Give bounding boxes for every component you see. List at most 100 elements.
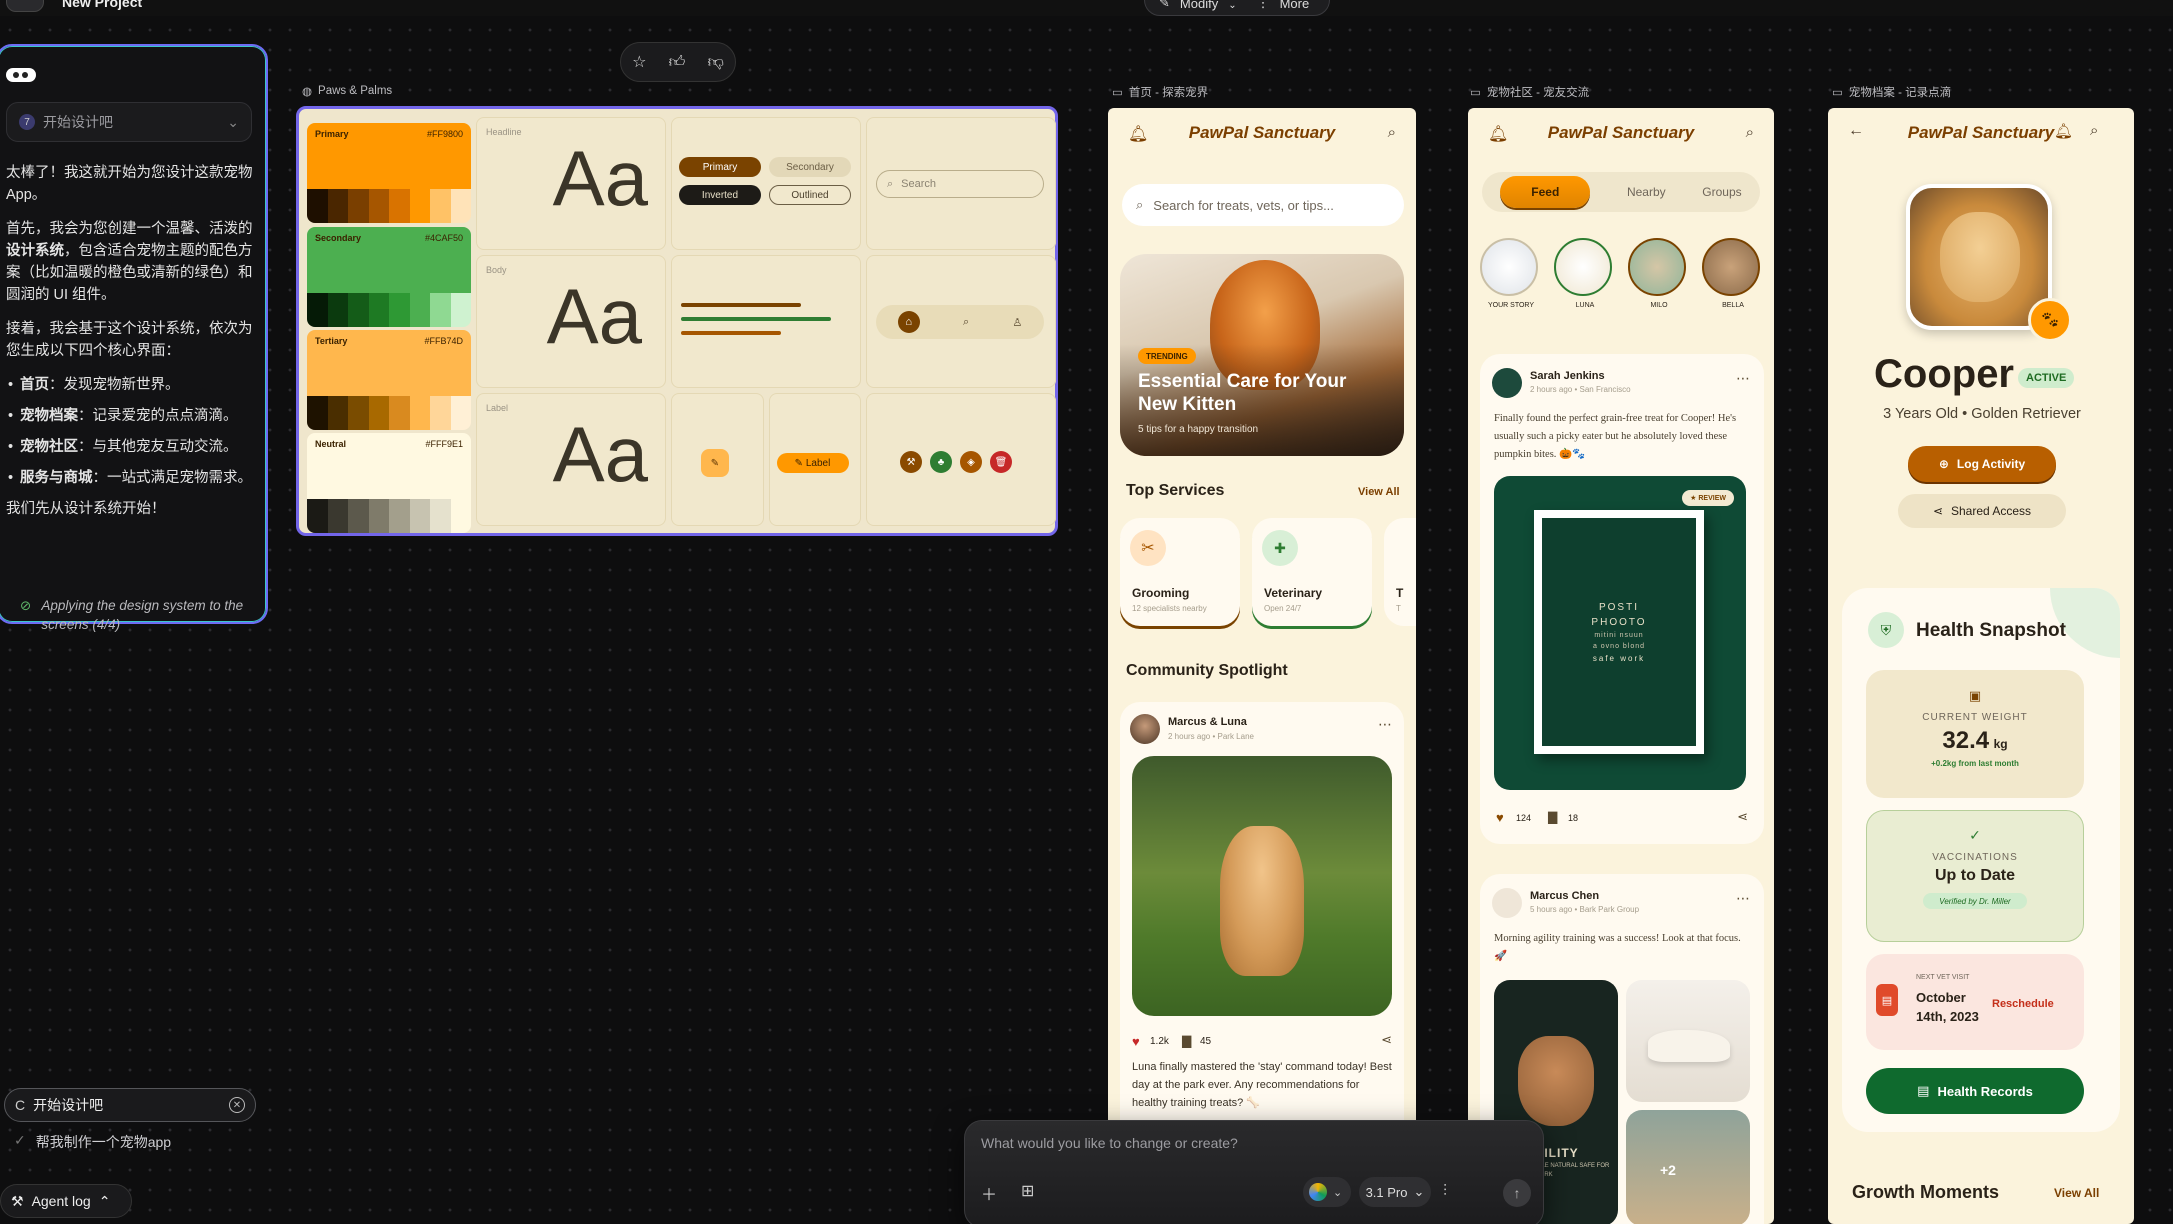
swatch-primary[interactable]: Primary #FF9800 — [307, 123, 471, 223]
service-sub: T — [1396, 604, 1401, 613]
frame-label-community[interactable]: ▭ 宠物社区 - 宠友交流 — [1470, 84, 1589, 100]
share-icon[interactable]: ⋖ — [1381, 1032, 1392, 1048]
send-button[interactable]: ↑ — [1503, 1179, 1531, 1207]
growth-view-all[interactable]: View All — [2054, 1186, 2099, 1200]
nav-component[interactable]: ⌂ ⌕ ♙ — [866, 255, 1056, 388]
swatch-secondary[interactable]: Secondary #4CAF50 — [307, 227, 471, 327]
search-sample[interactable]: ⌕ Search — [876, 170, 1044, 198]
service-card-veterinary[interactable]: ✚ Veterinary Open 24/7 — [1252, 518, 1372, 626]
service-card-grooming[interactable]: ✂ Grooming 12 specialists nearby — [1120, 518, 1240, 626]
inverted-button-sample[interactable]: Inverted — [679, 185, 761, 205]
label-button-component[interactable]: ✎ Label — [768, 393, 861, 526]
tab-feed[interactable]: Feed — [1500, 176, 1591, 208]
hero-card[interactable]: TRENDING Essential Care for Your New Kit… — [1120, 254, 1404, 456]
button-styles[interactable]: Primary Secondary Inverted Outlined — [671, 117, 861, 250]
outlined-button-sample[interactable]: Outlined — [769, 185, 851, 205]
story-item[interactable]: MILO — [1628, 238, 1690, 322]
agent-log-button[interactable]: ⚒ Agent log ⌃ — [0, 1184, 132, 1218]
project-title: New Project — [62, 0, 143, 10]
tools-icon[interactable]: ⚒ — [900, 451, 922, 473]
vaccinations-tile[interactable]: ✓ VACCINATIONS Up to Date Verified by Dr… — [1866, 810, 2084, 942]
model-version-selector[interactable]: 3.1 Pro ⌄ — [1359, 1177, 1431, 1207]
tag-icon[interactable]: ◈ — [960, 451, 982, 473]
search-icon[interactable]: ⌕ — [2090, 122, 2098, 139]
paw-badge-icon[interactable]: 🐾︎ — [2028, 298, 2072, 342]
menu-button[interactable]: ☰ — [6, 0, 44, 12]
modify-button[interactable]: Modify — [1180, 0, 1218, 11]
weight-tile[interactable]: ▣ CURRENT WEIGHT 32.4 kg +0.2kg from las… — [1866, 670, 2084, 798]
voice-wave-icon[interactable]: ⫶ — [1443, 1183, 1447, 1201]
thumbs-up-icon[interactable]: 👍︎ — [669, 53, 686, 72]
type-headline[interactable]: Headline Aa — [476, 117, 666, 250]
sneaker-image[interactable] — [1626, 980, 1750, 1102]
post-card[interactable]: Sarah Jenkins 2 hours ago • San Francisc… — [1480, 354, 1764, 844]
reschedule-link[interactable]: Reschedule — [1992, 998, 2054, 1010]
composer-input[interactable]: What would you like to change or create? — [981, 1135, 1238, 1151]
plus-icon[interactable]: ＋ — [981, 1181, 997, 1205]
edit-fab-icon[interactable]: ✎ — [701, 449, 729, 477]
more-button[interactable]: More — [1280, 0, 1310, 11]
author-avatar[interactable] — [1492, 368, 1522, 398]
services-view-all[interactable]: View All — [1358, 486, 1400, 498]
frame-label-home[interactable]: ▭ 首页 - 探索宠界 — [1112, 84, 1208, 100]
fab-component[interactable]: ✎ — [671, 393, 764, 526]
trash-icon[interactable]: 🗑︎ — [990, 451, 1012, 473]
clear-icon[interactable]: ✕ — [229, 1097, 245, 1113]
story-item[interactable]: BELLA — [1702, 238, 1764, 322]
heart-icon[interactable]: ♥ — [1496, 810, 1504, 825]
more-dots-icon[interactable]: ⋯ — [1378, 716, 1392, 733]
frame-label-profile[interactable]: ▭ 宠物档案 - 记录点滴 — [1832, 84, 1951, 100]
tab-groups[interactable]: Groups — [1702, 185, 1741, 199]
swatch-shade — [430, 189, 451, 223]
log-activity-button[interactable]: ⊕ Log Activity — [1908, 446, 2056, 482]
health-records-button[interactable]: ▤ Health Records — [1866, 1068, 2084, 1114]
tab-nearby[interactable]: Nearby — [1627, 185, 1666, 199]
design-system-card[interactable]: Primary #FF9800 Secondary #4CAF50 Tertiary… — [296, 106, 1058, 536]
story-item[interactable]: LUNA — [1554, 238, 1616, 322]
search-icon[interactable]: ⌕ — [1746, 124, 1754, 141]
more-dots-icon[interactable]: ⋯ — [1736, 370, 1750, 387]
frame-label-design-system[interactable]: ◍ Paws & Palms — [302, 84, 392, 98]
heart-icon[interactable]: ♥ — [1132, 1034, 1140, 1049]
home-search-input[interactable]: ⌕ Search for treats, vets, or tips... — [1122, 184, 1404, 226]
model-selector[interactable]: ⌄ — [1303, 1177, 1351, 1207]
person-icon[interactable]: ♙ — [1012, 316, 1022, 329]
bell-icon[interactable]: 🔔︎ — [2054, 122, 2073, 140]
service-card-partial[interactable]: T T — [1384, 518, 1416, 626]
swatch-tertiary[interactable]: Tertiary #FFB74D — [307, 330, 471, 430]
more-images-tile[interactable]: +2 — [1626, 1110, 1750, 1224]
vet-visit-tile[interactable]: ▤ NEXT VET VISIT October 14th, 2023 Resc… — [1866, 954, 2084, 1050]
secondary-button-sample[interactable]: Secondary — [769, 157, 851, 177]
dog-photo[interactable] — [1132, 756, 1392, 1016]
add-screen-icon[interactable]: ⊞ — [1021, 1181, 1034, 1205]
author-avatar[interactable] — [1492, 888, 1522, 918]
post-text: Finally found the perfect grain-free tre… — [1494, 413, 1737, 460]
share-icon[interactable]: ⋖ — [1737, 809, 1748, 825]
type-label: Label — [486, 403, 509, 413]
type-body[interactable]: Body Aa — [476, 255, 666, 388]
star-icon[interactable]: ☆ — [632, 52, 646, 72]
author-avatar[interactable] — [1130, 714, 1160, 744]
type-label-cell[interactable]: Label Aa — [476, 393, 666, 526]
suggestion[interactable]: ✓ 帮我制作一个宠物app — [14, 1132, 171, 1152]
tree-icon[interactable]: ♣ — [930, 451, 952, 473]
swatch-shade — [307, 293, 328, 327]
home-icon[interactable]: ⌂ — [897, 311, 920, 333]
post-image[interactable]: ★ REVIEW POSTI PHOOTO mitini nsuun a ovn… — [1494, 476, 1746, 790]
conversation-selector[interactable]: 7 开始设计吧 ⌄ — [6, 102, 252, 142]
nav-sample[interactable]: ⌂ ⌕ ♙ — [876, 305, 1044, 339]
prompt-composer[interactable]: What would you like to change or create?… — [964, 1120, 1544, 1224]
search-component[interactable]: ⌕ Search — [866, 117, 1056, 250]
thumbs-down-icon[interactable]: 👎︎ — [708, 53, 724, 72]
more-dots-icon[interactable]: ⋯ — [1736, 890, 1750, 907]
comment-icon[interactable]: ▇ — [1548, 810, 1557, 824]
swatch-neutral[interactable]: Neutral #FFF9E1 — [307, 433, 471, 533]
chat-input[interactable]: C 开始设计吧 ✕ — [4, 1088, 256, 1122]
label-button-sample[interactable]: ✎ Label — [776, 453, 849, 473]
search-icon[interactable]: ⌕ — [963, 316, 969, 329]
story-item[interactable]: YOUR STORY — [1480, 238, 1542, 322]
primary-button-sample[interactable]: Primary — [679, 157, 761, 177]
shared-access-button[interactable]: ⋖ Shared Access — [1898, 494, 2066, 528]
comment-icon[interactable]: ▇ — [1182, 1034, 1191, 1048]
search-icon[interactable]: ⌕ — [1388, 124, 1396, 141]
